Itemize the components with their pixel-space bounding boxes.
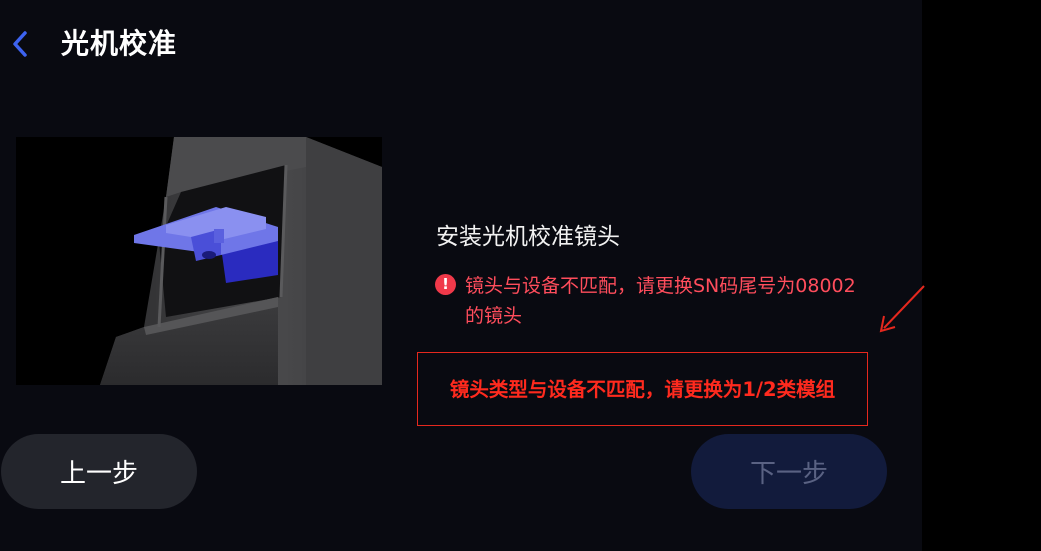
exclamation-circle-icon: ! (435, 274, 456, 295)
lens-mismatch-warning: ! 镜头与设备不匹配，请更换SN码尾号为08002的镜头 (435, 271, 865, 331)
page-title: 光机校准 (61, 27, 178, 60)
annotation-arrow-icon (879, 285, 925, 333)
warning-text: 镜头与设备不匹配，请更换SN码尾号为08002的镜头 (465, 275, 856, 327)
back-button[interactable] (8, 28, 34, 60)
calibration-lens-illustration (16, 137, 382, 385)
annotation-callout: 镜头类型与设备不匹配，请更换为1/2类模组 (417, 352, 868, 426)
next-step-button[interactable]: 下一步 (691, 434, 887, 509)
annotation-text: 镜头类型与设备不匹配，请更换为1/2类模组 (449, 378, 836, 401)
step-title: 安装光机校准镜头 (436, 224, 620, 250)
previous-step-button[interactable]: 上一步 (1, 434, 197, 509)
side-strip (922, 0, 1041, 551)
chevron-left-icon (13, 31, 27, 57)
